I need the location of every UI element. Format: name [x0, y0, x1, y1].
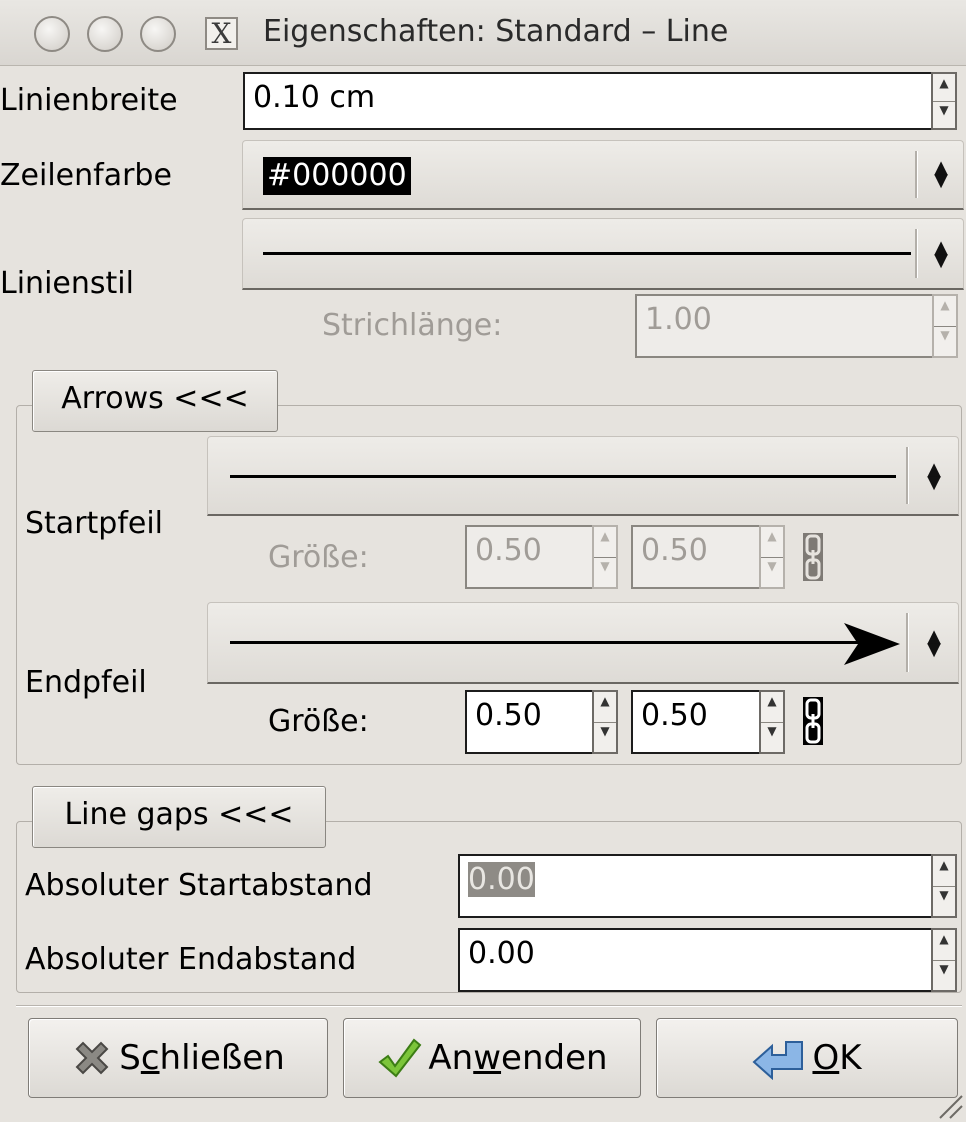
end-gap-label: Absoluter Endabstand — [25, 942, 357, 977]
end-gap-spinner[interactable]: ▲ ▼ — [931, 928, 957, 992]
line-width-label: Linienbreite — [0, 83, 178, 118]
window-maximize-button[interactable] — [140, 16, 176, 52]
line-color-combo[interactable]: #000000 ▲ ▼ — [242, 140, 964, 210]
close-button-label: Schließen — [119, 1038, 285, 1078]
close-button[interactable]: Schließen — [28, 1018, 328, 1098]
line-width-spinner[interactable]: ▲ ▼ — [931, 72, 957, 130]
end-height-input[interactable]: 0.50 — [631, 690, 759, 754]
resize-grip[interactable] — [934, 1090, 964, 1120]
arrows-toggle-button[interactable]: Arrows <<< — [32, 370, 278, 432]
end-gap-input[interactable]: 0.00 — [458, 928, 931, 992]
close-x-icon — [75, 1041, 109, 1075]
window-title: Eigenschaften: Standard – Line — [263, 14, 729, 49]
button-separator — [16, 1005, 962, 1007]
line-style-combo[interactable]: ▲ ▼ — [242, 218, 964, 290]
ok-return-arrow-icon — [752, 1041, 804, 1080]
end-width-input[interactable]: 0.50 — [465, 690, 592, 754]
end-size-label: Größe: — [268, 704, 369, 739]
end-arrow-preview — [230, 641, 870, 644]
ok-button[interactable]: OK — [656, 1018, 958, 1098]
end-height-spinner[interactable]: ▲ ▼ — [759, 690, 785, 754]
start-width-input[interactable]: 0.50 — [465, 525, 592, 589]
window-close-button[interactable] — [34, 16, 70, 52]
start-gap-label: Absoluter Startabstand — [25, 868, 373, 903]
window-minimize-button[interactable] — [87, 16, 123, 52]
start-arrow-label: Startpfeil — [25, 506, 164, 541]
start-height-input[interactable]: 0.50 — [631, 525, 759, 589]
start-size-label: Größe: — [268, 540, 369, 575]
dash-length-label: Strichlänge: — [322, 308, 503, 343]
start-width-spinner[interactable]: ▲ ▼ — [592, 525, 618, 589]
start-height-spinner[interactable]: ▲ ▼ — [759, 525, 785, 589]
arrowhead-icon — [844, 623, 900, 665]
start-arrow-preview — [230, 475, 896, 478]
start-gap-spinner[interactable]: ▲ ▼ — [931, 854, 957, 918]
chain-link-icon[interactable] — [803, 697, 823, 745]
apply-button-label: Anwenden — [428, 1038, 608, 1078]
checkmark-icon — [378, 1038, 422, 1078]
apply-button[interactable]: Anwenden — [343, 1018, 641, 1098]
end-width-spinner[interactable]: ▲ ▼ — [592, 690, 618, 754]
dash-length-spinner[interactable]: ▲ ▼ — [932, 294, 958, 358]
line-style-label: Linienstil — [0, 266, 134, 301]
line-gaps-toggle-button[interactable]: Line gaps <<< — [32, 786, 326, 848]
app-x-icon: X — [205, 17, 238, 50]
line-color-swatch: #000000 — [263, 157, 411, 195]
start-gap-selected-text: 0.00 — [468, 862, 535, 897]
line-style-preview — [263, 252, 911, 255]
start-arrow-combo[interactable]: ▲ ▼ — [207, 436, 959, 516]
start-gap-input[interactable]: 0.00 — [458, 854, 931, 918]
ok-button-label: OK — [812, 1038, 862, 1078]
line-width-input[interactable]: 0.10 cm — [243, 72, 931, 130]
end-arrow-combo[interactable]: ▲ ▼ — [207, 602, 959, 684]
chain-link-icon[interactable] — [803, 533, 823, 581]
line-color-label: Zeilenfarbe — [0, 158, 172, 193]
end-arrow-label: Endpfeil — [25, 665, 147, 700]
dash-length-input[interactable]: 1.00 — [635, 294, 932, 358]
